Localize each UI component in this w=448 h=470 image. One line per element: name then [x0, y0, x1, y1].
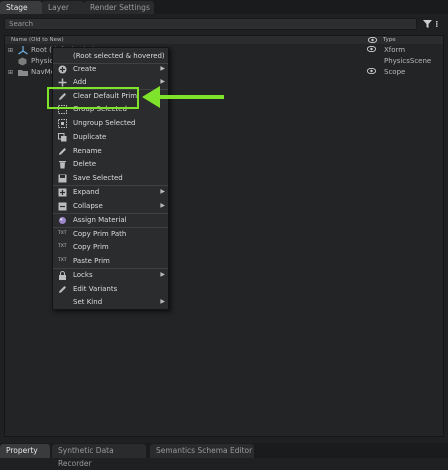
submenu-arrow-icon: ▶	[160, 271, 165, 278]
submenu-arrow-icon: ▶	[160, 298, 165, 305]
context-menu-header-label: (Root selected & hovered)	[73, 52, 165, 60]
menu-item-label: Locks	[73, 271, 93, 279]
filter-icon[interactable]	[423, 20, 432, 28]
menu-item-label: Duplicate	[73, 133, 107, 141]
menu-item-label: Edit Variants	[73, 285, 118, 293]
pencil-icon	[59, 148, 66, 155]
bottom-tab-bar: Property Synthetic Data Recorder Semanti…	[0, 443, 448, 468]
visibility-icon[interactable]	[367, 46, 376, 52]
submenu-arrow-icon: ▶	[160, 78, 165, 85]
folder-icon	[18, 70, 28, 76]
menu-item-create[interactable]: Create ▶	[53, 63, 168, 76]
menu-item-label: Assign Material	[73, 216, 127, 224]
menu-item-label: Paste Prim	[73, 257, 110, 265]
menu-item-save-selected[interactable]: Save Selected	[53, 172, 168, 185]
menu-item-edit-variants[interactable]: Edit Variants	[53, 283, 168, 296]
menu-item-label: Copy Prim Path	[73, 230, 127, 238]
menu-item-label: Expand	[73, 188, 100, 196]
tab-property[interactable]: Property	[0, 444, 50, 458]
tab-layer[interactable]: Layer	[42, 1, 84, 14]
menu-item-label: Ungroup Selected	[73, 119, 136, 127]
menu-item-rename[interactable]: Rename	[53, 145, 168, 158]
menu-item-expand[interactable]: Expand ▶	[53, 186, 168, 199]
ungroup-icon	[58, 119, 67, 128]
plus-circle-icon	[58, 65, 67, 74]
submenu-arrow-icon: ▶	[160, 202, 165, 209]
menu-item-label: Copy Prim	[73, 243, 109, 251]
menu-item-label: Create	[73, 65, 97, 73]
pointer-arrow-icon	[142, 86, 224, 108]
menu-item-locks[interactable]: Locks ▶	[53, 269, 168, 282]
lock-icon	[59, 271, 66, 280]
menu-item-assign-material[interactable]: Assign Material	[53, 214, 168, 227]
menu-item-duplicate[interactable]: Duplicate	[53, 131, 168, 144]
highlight-box	[47, 87, 139, 109]
top-tab-bar: Stage Layer Render Settings	[0, 0, 448, 14]
menu-item-ungroup-selected[interactable]: Ungroup Selected	[53, 117, 168, 130]
expand-toggle-icon[interactable]: ⊞	[8, 47, 13, 54]
tree-header: Name (Old to New) Type	[5, 36, 443, 44]
expand-toggle-icon[interactable]: ⊞	[8, 69, 13, 76]
xform-icon	[18, 46, 28, 55]
duplicate-icon	[58, 133, 67, 142]
trash-icon	[59, 161, 66, 169]
material-sphere-icon	[59, 217, 66, 224]
menu-item-paste-prim[interactable]: TXT Paste Prim	[53, 255, 168, 268]
visibility-header-icon	[368, 37, 377, 43]
menu-item-label: Delete	[73, 160, 96, 168]
txt-icon: TXT	[58, 231, 67, 236]
menu-item-label: Set Kind	[73, 298, 103, 306]
menu-item-delete[interactable]: Delete	[53, 158, 168, 171]
tab-render-settings[interactable]: Render Settings	[84, 1, 154, 14]
visibility-icon[interactable]	[367, 68, 376, 74]
menu-item-label: Collapse	[73, 202, 103, 210]
menu-item-label: Save Selected	[73, 174, 123, 182]
txt-icon: TXT	[58, 244, 67, 249]
tree-row-type: PhysicsScene	[384, 57, 432, 65]
menu-item-label: Add	[73, 78, 87, 86]
pencil-icon	[59, 286, 66, 293]
name-column-header[interactable]: Name (Old to New)	[11, 36, 64, 44]
save-icon	[58, 174, 67, 183]
menu-item-label: Rename	[73, 147, 102, 155]
submenu-arrow-icon: ▶	[160, 188, 165, 195]
physics-scene-icon	[18, 57, 27, 66]
tab-synthetic-data-recorder[interactable]: Synthetic Data Recorder	[52, 444, 146, 468]
menu-item-set-kind[interactable]: Set Kind ▶	[53, 296, 168, 309]
txt-icon: TXT	[58, 258, 67, 263]
type-column-header[interactable]: Type	[383, 36, 396, 44]
menu-dots-icon[interactable]	[434, 21, 440, 27]
menu-item-copy-prim[interactable]: TXT Copy Prim	[53, 241, 168, 254]
collapse-icon	[58, 202, 67, 211]
menu-item-collapse[interactable]: Collapse ▶	[53, 200, 168, 213]
tab-stage[interactable]: Stage	[0, 1, 42, 14]
tab-semantics-schema-editor[interactable]: Semantics Schema Editor	[150, 444, 254, 458]
tree-row-type: Xform	[384, 46, 406, 54]
tree-row-type: Scope	[384, 68, 406, 76]
add-icon	[58, 78, 67, 87]
menu-item-copy-prim-path[interactable]: TXT Copy Prim Path	[53, 228, 168, 241]
search-input[interactable]: Search	[4, 18, 417, 30]
submenu-arrow-icon: ▶	[160, 65, 165, 72]
context-menu-header: (Root selected & hovered)	[53, 50, 168, 63]
search-placeholder: Search	[9, 20, 34, 28]
expand-icon	[58, 188, 67, 197]
